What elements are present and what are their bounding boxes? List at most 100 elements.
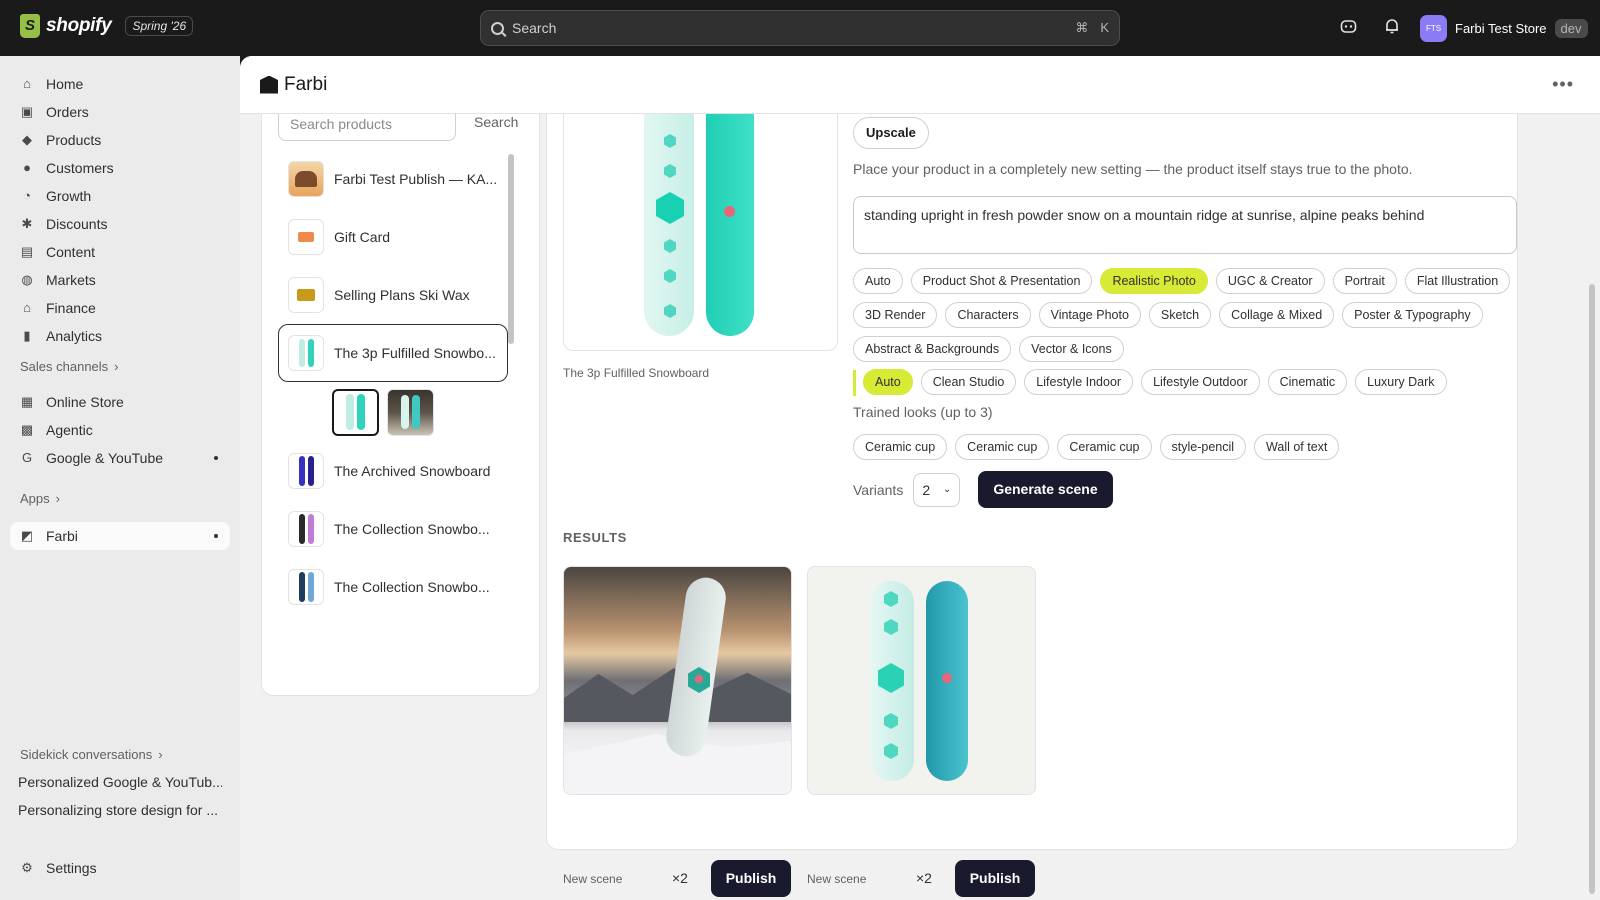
chevron-right-icon: › (114, 358, 119, 374)
variant-thumbnails (278, 382, 508, 442)
publish-button[interactable]: Publish (711, 860, 791, 897)
nav-home[interactable]: ⌂ Home (10, 70, 230, 98)
nav-agentic[interactable]: ▩ Agentic (10, 416, 230, 444)
style-chip[interactable]: Portrait (1332, 268, 1397, 294)
main-area: Farbi ••• Search products Search Farbi T… (240, 56, 1600, 900)
variant-thumbnail[interactable] (387, 388, 434, 436)
style-chip[interactable]: Auto (853, 268, 903, 294)
style-chip[interactable]: Product Shot & Presentation (910, 268, 1093, 294)
nav-analytics[interactable]: ▮ Analytics (10, 322, 230, 350)
trained-look-chip[interactable]: Wall of text (1254, 434, 1340, 460)
product-name: Farbi Test Publish — KA... (334, 171, 498, 187)
nav-growth[interactable]: ◔ Growth (10, 182, 230, 210)
style-chip[interactable]: Characters (945, 302, 1031, 328)
nav-label: Finance (46, 300, 96, 316)
variants-select[interactable]: 2 ⌄ (913, 472, 961, 507)
product-thumbnail (288, 335, 324, 371)
substyle-indicator (853, 370, 856, 396)
conversation-list: Personalized Google & YouTub... Personal… (0, 768, 222, 824)
nav-label: Google & YouTube (46, 450, 164, 466)
product-list-scrollbar[interactable] (508, 154, 514, 344)
nav-content[interactable]: ▤ Content (10, 238, 230, 266)
substyle-chip[interactable]: Lifestyle Outdoor (1141, 369, 1260, 395)
trained-look-chip[interactable]: Ceramic cup (853, 434, 948, 460)
trained-look-chips: Ceramic cup Ceramic cup Ceramic cup styl… (853, 434, 1523, 460)
top-bar: shopify Spring '26 Search ⌘ K FTS Farbi … (0, 0, 1600, 56)
trained-look-chip[interactable]: Ceramic cup (955, 434, 1050, 460)
result-image[interactable] (807, 566, 1036, 795)
product-item[interactable]: Farbi Test Publish — KA... (278, 150, 508, 208)
farbi-logo-icon (260, 75, 278, 94)
generate-scene-button[interactable]: Generate scene (978, 471, 1113, 508)
product-item[interactable]: Selling Plans Ski Wax (278, 266, 508, 324)
substyle-chip-selected[interactable]: Auto (863, 369, 913, 395)
conversation-item[interactable]: Personalized Google & YouTub... (0, 768, 222, 796)
scene-prompt-input[interactable]: standing upright in fresh powder snow on… (853, 196, 1517, 254)
style-chip[interactable]: UGC & Creator (1215, 268, 1325, 294)
variants-row: Variants 2 ⌄ Generate scene (853, 471, 1113, 508)
search-shortcut: ⌘ K (1075, 20, 1109, 36)
publish-button[interactable]: Publish (955, 860, 1035, 897)
style-chip[interactable]: Flat Illustration (1404, 268, 1511, 294)
nav-farbi[interactable]: ◩ Farbi (10, 522, 230, 550)
sidekick-icon[interactable] (1338, 16, 1358, 36)
product-name: The Archived Snowboard (334, 463, 491, 479)
more-icon[interactable]: ••• (1552, 74, 1574, 95)
trained-look-chip[interactable]: style-pencil (1159, 434, 1247, 460)
bell-icon[interactable] (1382, 16, 1402, 36)
page-scrollbar-thumb[interactable] (1589, 284, 1595, 894)
product-item[interactable]: The Archived Snowboard (278, 442, 508, 500)
scene-description: Place your product in a completely new s… (853, 161, 1413, 177)
shopify-logo[interactable]: shopify Spring '26 (20, 14, 194, 38)
globe-icon: ◍ (21, 272, 33, 287)
style-chip[interactable]: Vintage Photo (1038, 302, 1141, 328)
nav-products[interactable]: ◆ Products (10, 126, 230, 154)
style-chip-selected[interactable]: Realistic Photo (1100, 268, 1208, 294)
product-caption: The 3p Fulfilled Snowboard (563, 366, 710, 380)
substyle-chip[interactable]: Clean Studio (920, 369, 1017, 395)
product-search-button[interactable]: Search (474, 114, 518, 130)
style-chip[interactable]: Vector & Icons (1019, 336, 1124, 362)
product-name: The 3p Fulfilled Snowbo... (334, 345, 496, 361)
product-item[interactable]: Gift Card (278, 208, 508, 266)
style-chip[interactable]: Sketch (1148, 302, 1212, 328)
nav-online-store[interactable]: ▦ Online Store (10, 388, 230, 416)
growth-icon: ◔ (23, 188, 31, 203)
product-search-input[interactable]: Search products (278, 114, 456, 141)
nav-customers[interactable]: ● Customers (10, 154, 230, 182)
substyle-chip[interactable]: Luxury Dark (1355, 369, 1447, 395)
nav-finance[interactable]: ⌂ Finance (10, 294, 230, 322)
sidekick-header[interactable]: Sidekick conversations › (0, 740, 163, 768)
conversation-item[interactable]: Personalizing store design for ... (0, 796, 222, 824)
app-header: Farbi ••• (240, 56, 1600, 114)
product-item[interactable]: The Collection Snowbo... (278, 558, 508, 616)
product-item[interactable]: The Collection Snowbo... (278, 500, 508, 558)
variant-thumbnail-selected[interactable] (332, 388, 379, 436)
nav-orders[interactable]: ▣ Orders (10, 98, 230, 126)
result-image[interactable] (563, 566, 792, 795)
upscale-button[interactable]: Upscale (853, 117, 929, 149)
store-name: Farbi Test Store (1455, 21, 1547, 36)
style-chip[interactable]: Poster & Typography (1342, 302, 1483, 328)
nav-label: Customers (46, 160, 114, 176)
style-chip[interactable]: Collage & Mixed (1219, 302, 1335, 328)
result-footer: New scene (807, 872, 866, 886)
store-switcher[interactable]: FTS Farbi Test Store dev (1420, 15, 1588, 42)
substyle-chip[interactable]: Cinematic (1267, 369, 1348, 395)
style-chip[interactable]: Abstract & Backgrounds (853, 336, 1012, 362)
nav-discounts[interactable]: ✱ Discounts (10, 210, 230, 238)
product-preview-image (563, 114, 838, 351)
nav-google-youtube[interactable]: G Google & YouTube (10, 444, 230, 472)
nav-label: Analytics (46, 328, 103, 344)
product-name: Selling Plans Ski Wax (334, 287, 470, 303)
page-scrollbar[interactable] (1584, 114, 1600, 900)
substyle-chip[interactable]: Lifestyle Indoor (1024, 369, 1134, 395)
result-footer: New scene (563, 872, 622, 886)
style-chip[interactable]: 3D Render (853, 302, 938, 328)
trained-look-chip[interactable]: Ceramic cup (1057, 434, 1152, 460)
global-search[interactable]: Search ⌘ K (480, 10, 1120, 46)
product-item-selected[interactable]: The 3p Fulfilled Snowbo... (278, 324, 508, 382)
nav-markets[interactable]: ◍ Markets (10, 266, 230, 294)
chart-icon: ▮ (23, 328, 31, 343)
nav-settings[interactable]: ⚙ Settings (10, 854, 230, 882)
